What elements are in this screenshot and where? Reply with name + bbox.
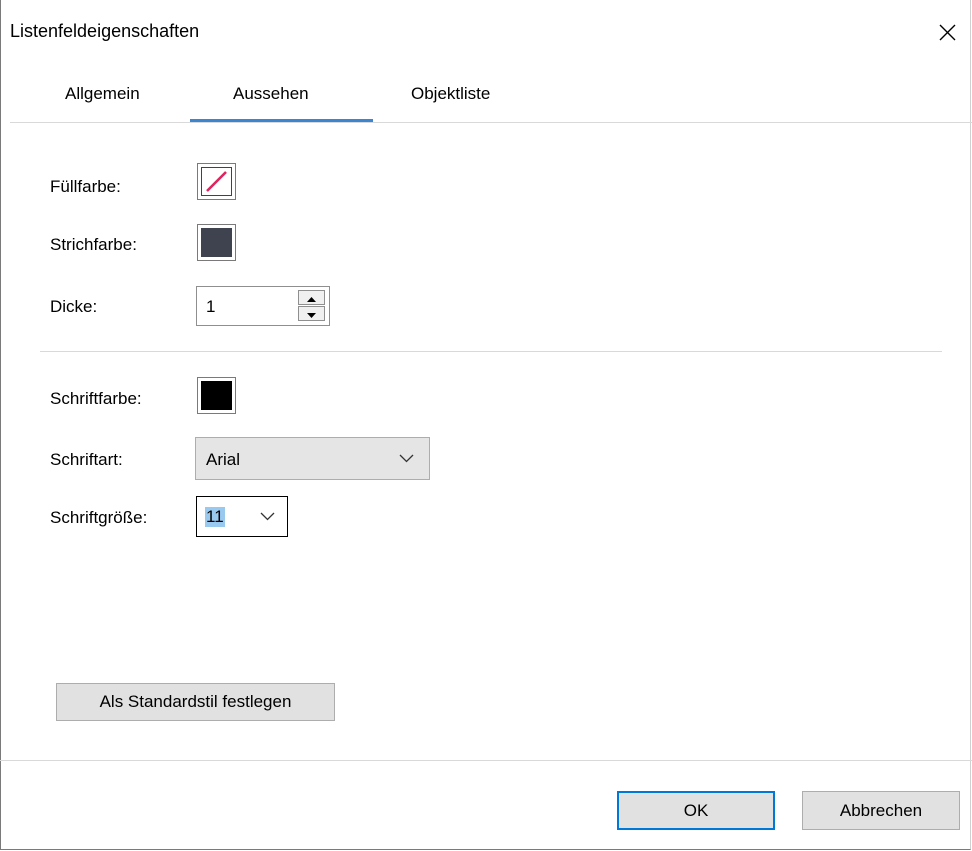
arrow-down-icon bbox=[307, 313, 316, 318]
fill-color-swatch[interactable] bbox=[197, 163, 236, 200]
stroke-color-fill bbox=[201, 228, 232, 257]
chevron-down-icon bbox=[399, 454, 414, 463]
font-size-label: Schriftgröße: bbox=[50, 508, 148, 527]
section-divider bbox=[40, 351, 942, 352]
chevron-down-icon bbox=[260, 512, 275, 521]
font-family-dropdown[interactable]: Arial bbox=[195, 437, 430, 480]
close-icon bbox=[939, 24, 956, 41]
fill-color-label: Füllfarbe: bbox=[50, 177, 121, 196]
thickness-value[interactable]: 1 bbox=[206, 297, 215, 317]
font-color-swatch[interactable] bbox=[197, 377, 236, 414]
font-color-fill bbox=[201, 381, 232, 410]
font-color-label: Schriftfarbe: bbox=[50, 389, 142, 408]
spinner-buttons bbox=[298, 290, 326, 322]
no-fill-icon bbox=[201, 167, 232, 196]
ok-button[interactable]: OK bbox=[617, 791, 775, 830]
tab-aussehen[interactable]: Aussehen bbox=[233, 84, 309, 104]
set-default-style-button[interactable]: Als Standardstil festlegen bbox=[56, 683, 335, 721]
font-family-value: Arial bbox=[206, 450, 241, 469]
tab-bar-divider bbox=[10, 122, 972, 123]
font-family-label: Schriftart: bbox=[50, 450, 123, 469]
title-bar: Listenfeldeigenschaften bbox=[0, 0, 972, 60]
footer-divider bbox=[0, 760, 972, 761]
tab-objektliste[interactable]: Objektliste bbox=[411, 84, 490, 104]
cancel-button[interactable]: Abbrechen bbox=[802, 791, 960, 830]
tab-allgemein[interactable]: Allgemein bbox=[65, 84, 140, 104]
stroke-color-swatch[interactable] bbox=[197, 224, 236, 261]
stroke-color-label: Strichfarbe: bbox=[50, 235, 137, 254]
close-button[interactable] bbox=[925, 14, 965, 50]
thickness-label: Dicke: bbox=[50, 297, 98, 316]
thickness-spinner[interactable]: 1 bbox=[196, 286, 330, 326]
font-size-value[interactable]: 11 bbox=[205, 507, 225, 527]
dialog-title: Listenfeldeigenschaften bbox=[10, 21, 200, 41]
arrow-up-icon bbox=[307, 297, 316, 302]
increment-button[interactable] bbox=[298, 290, 325, 305]
decrement-button[interactable] bbox=[298, 306, 325, 321]
properties-dialog bbox=[0, 0, 971, 850]
font-size-dropdown[interactable]: 11 bbox=[196, 496, 288, 537]
